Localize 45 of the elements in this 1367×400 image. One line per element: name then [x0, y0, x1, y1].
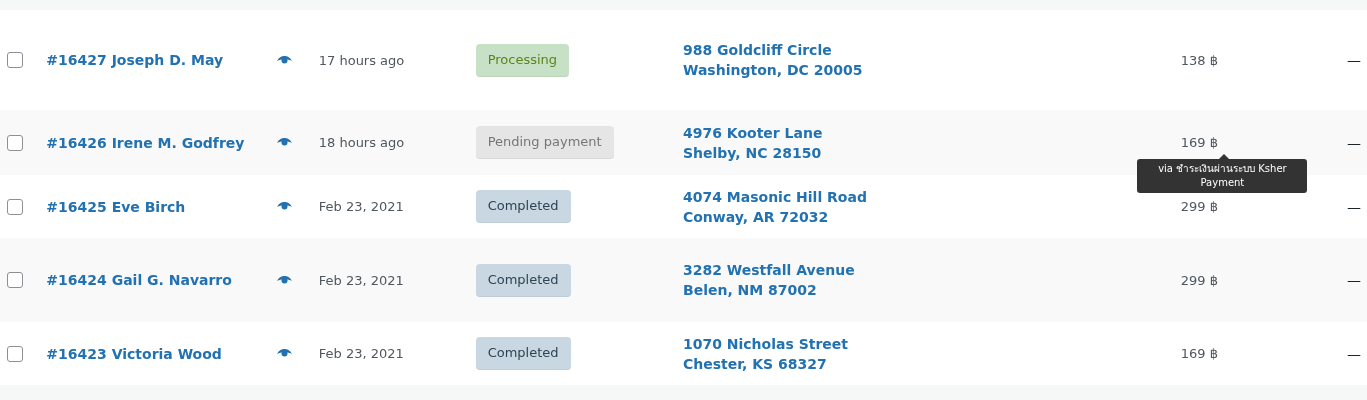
status-label: Pending payment — [475, 126, 614, 159]
order-link[interactable]: #16425 Eve Birch — [46, 198, 186, 215]
order-link[interactable]: #16424 Gail G. Navarro — [46, 272, 232, 288]
action-dash[interactable]: — — [1347, 134, 1361, 151]
address-link[interactable]: 3282 Westfall Avenue — [682, 260, 855, 280]
order-total: 169 ฿ — [1180, 346, 1218, 361]
row-checkbox[interactable] — [7, 198, 23, 215]
order-date: Feb 23, 2021 — [318, 199, 404, 214]
order-total: 299 ฿ — [1180, 199, 1218, 214]
order-date: Feb 23, 2021 — [318, 272, 404, 288]
address-link[interactable]: Shelby, NC 28150 — [682, 142, 822, 163]
address-link[interactable]: Conway, AR 72032 — [682, 206, 829, 227]
address-link[interactable]: Belen, NM 87002 — [682, 280, 817, 300]
order-total: 169 ฿ — [1180, 135, 1218, 150]
order-total: 138 ฿ — [1180, 52, 1218, 68]
status-label: Completed — [475, 263, 571, 297]
order-link[interactable]: #16423 Victoria Wood — [46, 345, 222, 362]
action-dash[interactable]: — — [1347, 345, 1361, 362]
order-date: 17 hours ago — [318, 52, 405, 68]
action-dash[interactable]: — — [1347, 52, 1361, 68]
address-link[interactable]: 988 Goldcliff Circle — [682, 40, 832, 60]
status-label: Processing — [475, 43, 570, 77]
order-link[interactable]: #16427 Joseph D. May — [46, 52, 224, 68]
row-checkbox[interactable] — [7, 272, 23, 288]
order-link[interactable]: #16426 Irene M. Godfrey — [46, 134, 245, 151]
order-date: 18 hours ago — [318, 135, 405, 150]
row-checkbox[interactable] — [7, 345, 23, 362]
eye-icon[interactable] — [277, 275, 293, 285]
eye-icon[interactable] — [277, 55, 293, 65]
address-link[interactable]: 4976 Kooter Lane — [682, 122, 823, 143]
address-link[interactable]: 4074 Masonic Hill Road — [682, 186, 867, 207]
action-dash[interactable]: — — [1347, 198, 1361, 215]
address-link[interactable]: Washington, DC 20005 — [682, 60, 863, 80]
eye-icon[interactable] — [277, 349, 293, 358]
status-label: Completed — [475, 337, 571, 370]
status-label: Completed — [475, 190, 571, 223]
row-checkbox[interactable] — [7, 52, 23, 68]
eye-icon[interactable] — [277, 138, 293, 147]
address-link[interactable]: 1070 Nicholas Street — [682, 333, 849, 354]
eye-icon[interactable] — [277, 202, 293, 211]
address-link[interactable]: Chester, KS 68327 — [682, 353, 827, 374]
row-checkbox[interactable] — [7, 134, 23, 151]
order-date: Feb 23, 2021 — [318, 346, 404, 361]
order-total: 299 ฿ — [1180, 272, 1218, 288]
action-dash[interactable]: — — [1347, 272, 1361, 288]
